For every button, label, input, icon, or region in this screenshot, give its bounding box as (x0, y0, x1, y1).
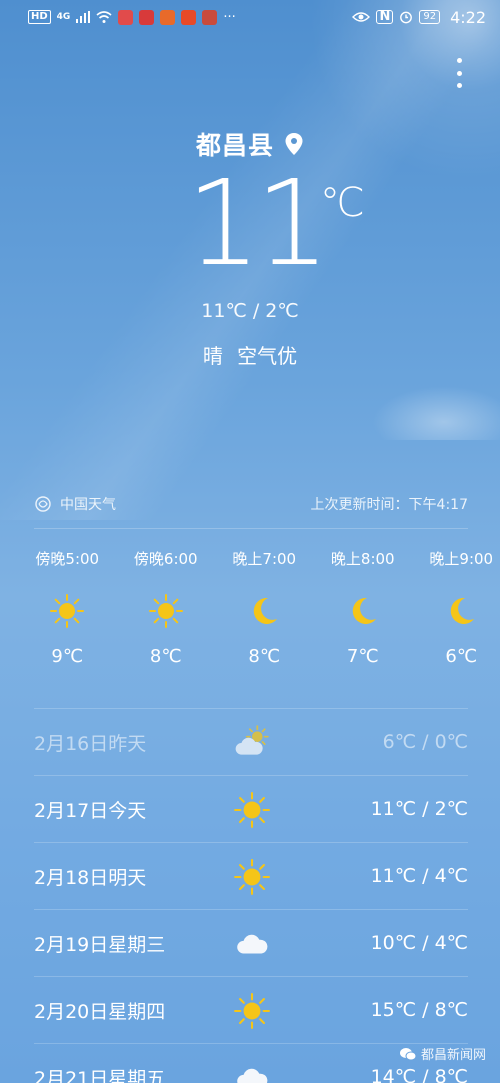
daily-forecast-row[interactable]: 2月18日明天 11℃ / 4℃ (34, 842, 468, 909)
hour-temp: 9℃ (51, 646, 84, 667)
eye-icon (352, 12, 371, 22)
app-notification-icon (139, 9, 155, 25)
daily-forecast-row[interactable]: 2月20日星期四 15℃ / 8℃ (34, 976, 468, 1043)
today-hi-lo: 11℃ / 2℃ (201, 300, 299, 322)
sun-icon (232, 991, 272, 1031)
day-temp-range: 10℃ / 4℃ (370, 932, 468, 954)
alarm-icon (400, 11, 413, 24)
hour-label: 傍晚5:00 (35, 550, 100, 568)
battery-indicator: 92 (419, 10, 441, 24)
daily-forecast-row[interactable]: 2月17日今天 11℃ / 2℃ (34, 775, 468, 842)
day-date: 2月19日星期三 (34, 933, 166, 956)
sun-icon (232, 857, 272, 897)
more-notifications-icon: ··· (223, 9, 236, 25)
hour-temp: 7℃ (346, 646, 379, 667)
moon-icon (246, 580, 282, 642)
condition-line: 晴 空气优 (0, 340, 500, 369)
clock: 4:22 (450, 7, 486, 27)
day-temp-range: 15℃ / 8℃ (370, 999, 468, 1021)
hour-temp: 8℃ (149, 646, 182, 667)
day-date: 2月17日今天 (34, 799, 147, 822)
hourly-item: 晚上7:00 8℃ (215, 548, 314, 667)
app-notification-icon (181, 9, 197, 25)
cloud-decoration (360, 380, 500, 440)
china-weather-logo-icon (35, 496, 51, 512)
hour-temp: 6℃ (445, 646, 478, 667)
app-notification-icon (202, 9, 218, 25)
hourly-item: 晚上9:00 6℃ (412, 548, 500, 667)
signal-icon (76, 11, 91, 23)
cloud-icon (232, 1058, 272, 1083)
hourly-item: 晚上8:00 7℃ (314, 548, 413, 667)
daily-forecast-row[interactable]: 2月16日昨天 6℃ / 0℃ (34, 708, 468, 775)
moon-icon (345, 580, 381, 642)
status-bar: HD 4G ··· N 92 4:22 (0, 0, 500, 34)
moon-icon (443, 580, 479, 642)
sun-icon (232, 790, 272, 830)
day-date: 2月21日星期五 (34, 1067, 166, 1083)
hd-indicator: HD (28, 10, 51, 24)
wechat-icon (399, 1047, 417, 1060)
hour-label: 晚上7:00 (232, 550, 297, 568)
watermark: 都昌新闻网 (399, 1044, 486, 1063)
air-quality[interactable]: 空气优 (237, 344, 297, 368)
hour-label: 晚上8:00 (330, 550, 395, 568)
daily-forecast: 2月16日昨天 6℃ / 0℃ 2月17日今天 11℃ / 2℃ 2月18日明天… (34, 708, 468, 1083)
last-updated: 上次更新时间：下午4:17 (310, 497, 468, 513)
sun-icon (148, 580, 184, 642)
hour-label: 晚上9:00 (429, 550, 494, 568)
divider (34, 528, 468, 529)
more-options-icon[interactable] (454, 58, 464, 88)
day-temp-range: 6℃ / 0℃ (382, 731, 468, 753)
day-date: 2月20日星期四 (34, 1000, 166, 1023)
data-provider[interactable]: 中国天气 (60, 494, 116, 514)
current-temperature: 11 ℃ (0, 158, 500, 298)
daily-forecast-row[interactable]: 2月19日星期三 10℃ / 4℃ (34, 909, 468, 976)
wifi-icon (96, 11, 112, 23)
hour-temp: 8℃ (248, 646, 281, 667)
hour-label: 傍晚6:00 (133, 550, 198, 568)
day-temp-range: 11℃ / 4℃ (370, 865, 468, 887)
hourly-forecast[interactable]: 傍晚5:00 9℃ 傍晚6:00 8℃ 晚上7:00 8℃ 晚上8:00 7℃ … (18, 548, 500, 667)
signal-4g-indicator: 4G (56, 12, 71, 22)
current-temp-unit: ℃ (320, 180, 365, 226)
app-notification-icon (118, 9, 134, 25)
day-temp-range: 11℃ / 2℃ (370, 798, 468, 820)
day-date: 2月16日昨天 (34, 732, 147, 755)
weather-condition: 晴 (202, 344, 223, 368)
cloud-icon (232, 924, 272, 964)
nfc-icon: N (376, 10, 394, 24)
watermark-text: 都昌新闻网 (420, 1048, 486, 1063)
current-temp-value: 11 (186, 154, 330, 292)
sun-icon (49, 580, 85, 642)
hourly-item: 傍晚6:00 8℃ (117, 548, 216, 667)
app-notification-icon (160, 9, 176, 25)
location-pin-icon[interactable] (284, 132, 304, 156)
hourly-item: 傍晚5:00 9℃ (18, 548, 117, 667)
partly-cloudy-icon (232, 723, 272, 763)
day-date: 2月18日明天 (34, 866, 147, 889)
data-source-row: 中国天气 上次更新时间：下午4:17 (34, 494, 468, 514)
day-temp-range: 14℃ / 8℃ (370, 1066, 468, 1083)
